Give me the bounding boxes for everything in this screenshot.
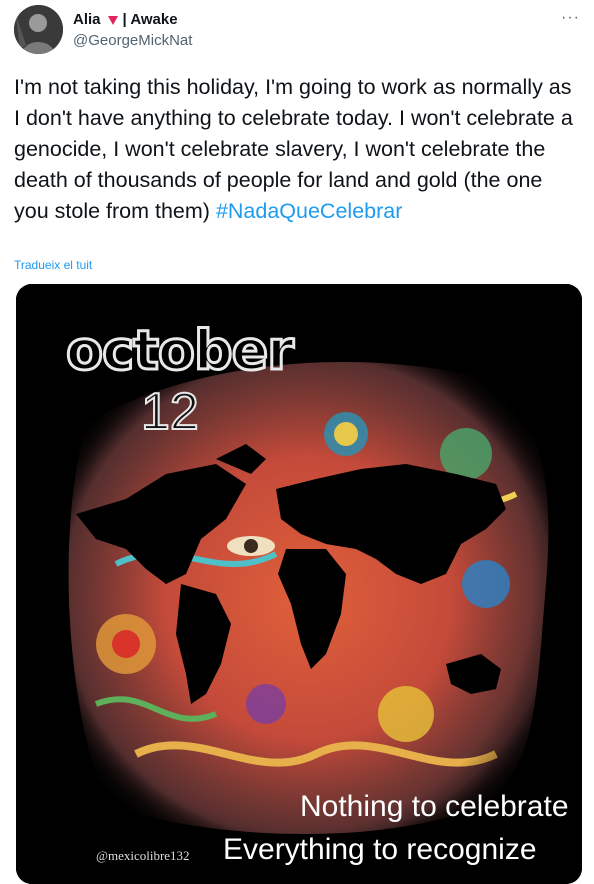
poster-headline: october (66, 319, 294, 382)
name-row[interactable]: Alia | Awake (73, 11, 178, 28)
translate-tweet-link[interactable]: Tradueix el tuit (14, 258, 92, 272)
avatar[interactable] (14, 5, 63, 54)
poster-line-2: Everything to recognize (223, 833, 537, 866)
poster-date-number: 12 (141, 383, 199, 441)
user-handle[interactable]: @GeorgeMickNat (73, 32, 192, 49)
poster-line-1: Nothing to celebrate (300, 790, 569, 823)
hashtag-link[interactable]: #NadaQueCelebrar (216, 199, 402, 223)
avatar-image (14, 5, 63, 54)
poster-image: october 12 Nothing to celebrate Everythi… (16, 284, 582, 884)
tweet-header: Alia | Awake @GeorgeMickNat ··· (14, 5, 582, 57)
poster-credit: @mexicolibre132 (96, 848, 190, 863)
display-name[interactable]: Alia (73, 11, 101, 28)
tweet-text: I'm not taking this holiday, I'm going t… (14, 72, 580, 227)
display-name-status: | Awake (122, 11, 178, 28)
heart-emoji-icon (107, 15, 118, 25)
more-options-icon[interactable]: ··· (561, 9, 580, 27)
tweet-media-image[interactable]: october 12 Nothing to celebrate Everythi… (16, 284, 582, 884)
